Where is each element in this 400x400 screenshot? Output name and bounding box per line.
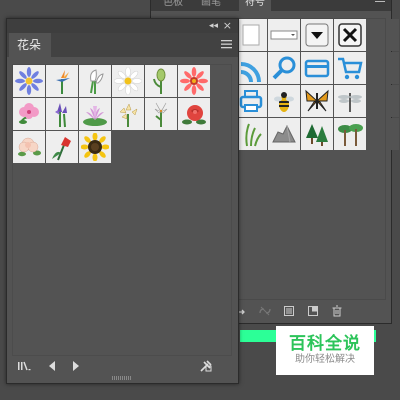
dragonfly-icon [338, 93, 362, 112]
sunflower-icon [81, 133, 109, 161]
symbol-swatch[interactable] [334, 52, 366, 84]
peony-icon [18, 137, 41, 157]
previous-library-icon[interactable] [45, 359, 59, 373]
symbol-swatch[interactable] [268, 118, 300, 150]
flower-swatch[interactable] [46, 65, 78, 97]
gerbera-icon [180, 67, 208, 95]
symbol-swatch[interactable] [334, 85, 366, 117]
panel-titlebar[interactable]: ◂◂ × [7, 19, 238, 33]
window-box-icon [242, 24, 260, 46]
flowers-panel: ◂◂ × 花朵 [6, 18, 239, 384]
next-library-icon[interactable] [69, 359, 83, 373]
symbol-swatch[interactable] [235, 52, 267, 84]
symbols-panel-toolbar [235, 303, 385, 319]
flower-swatch[interactable] [79, 131, 111, 163]
flower-swatch[interactable] [46, 131, 78, 163]
bee-icon [274, 92, 294, 112]
break-link-icon[interactable] [259, 305, 271, 317]
symbol-swatch[interactable] [268, 52, 300, 84]
symbol-swatch[interactable] [334, 118, 366, 150]
tab-brushes[interactable]: 画笔 [195, 0, 227, 11]
credit-card-icon [304, 59, 330, 78]
flower-swatch[interactable] [178, 98, 210, 130]
close-icon[interactable]: × [223, 20, 232, 32]
grass-icon [245, 123, 262, 147]
lily-cluster-icon [119, 103, 138, 127]
iris-icon [55, 103, 67, 128]
symbol-swatch[interactable] [235, 85, 267, 117]
flower-swatch[interactable] [145, 65, 177, 97]
daisy-icon [114, 67, 142, 95]
calla-lily-icon [90, 69, 104, 94]
rose-icon [182, 105, 206, 125]
flower-swatch[interactable] [46, 98, 78, 130]
printer-icon [239, 90, 263, 112]
symbols-grid [235, 19, 400, 150]
watermark-logo: 百科全说 助你轻松解决 [276, 326, 374, 375]
symbol-swatch[interactable] [301, 19, 333, 51]
hibiscus-icon [19, 103, 39, 124]
flower-swatch[interactable] [79, 65, 111, 97]
pine-tree-icon [306, 124, 328, 146]
panel-menu-icon[interactable] [375, 0, 385, 5]
symbol-slot [367, 85, 399, 117]
white-lily-icon [154, 102, 168, 127]
new-symbol-icon[interactable] [307, 305, 319, 317]
watermark-title: 百科全说 [289, 334, 361, 354]
symbol-slot [367, 118, 399, 150]
tab-flowers[interactable]: 花朵 [9, 33, 52, 57]
dropdown-field-icon [270, 30, 298, 40]
symbol-swatch[interactable] [268, 85, 300, 117]
resize-grip[interactable] [112, 376, 132, 380]
trash-icon[interactable] [331, 305, 343, 317]
symbol-slot [367, 19, 399, 51]
shopping-cart-icon [338, 57, 363, 80]
symbol-swatch[interactable] [301, 85, 333, 117]
panel-menu-icon[interactable] [221, 40, 232, 49]
save-library-icon[interactable] [199, 359, 213, 373]
flower-swatch[interactable] [13, 98, 45, 130]
aster-icon [15, 67, 43, 95]
flower-symbol-grid [13, 65, 210, 163]
symbol-swatch[interactable] [235, 19, 267, 51]
lotus-icon [83, 106, 107, 126]
flower-swatch[interactable] [112, 98, 144, 130]
flower-swatch[interactable] [145, 98, 177, 130]
rock-icon [272, 124, 296, 143]
symbol-libraries-menu-icon[interactable] [17, 359, 31, 373]
symbol-swatch[interactable] [301, 118, 333, 150]
flower-swatch[interactable] [13, 65, 45, 97]
symbol-swatch[interactable] [268, 19, 300, 51]
bird-of-paradise-icon [56, 70, 70, 94]
palm-trees-icon [338, 124, 363, 146]
flower-swatch[interactable] [112, 65, 144, 97]
rss-feed-icon [240, 62, 261, 82]
flower-swatch[interactable] [79, 98, 111, 130]
close-x-icon [338, 23, 362, 47]
tab-symbols[interactable]: 符号 [239, 0, 271, 11]
flower-swatch[interactable] [13, 131, 45, 163]
butterfly-icon [305, 89, 329, 112]
watermark-subtitle: 助你轻松解决 [295, 354, 355, 365]
symbol-swatch[interactable] [334, 19, 366, 51]
symbol-swatch[interactable] [301, 52, 333, 84]
tab-swatches[interactable]: 色板 [157, 0, 189, 11]
flowers-tab-strip: 花朵 [7, 33, 238, 57]
red-tulip-icon [52, 137, 71, 161]
collapse-icon[interactable]: ◂◂ [209, 21, 218, 31]
flowers-panel-toolbar [7, 357, 238, 375]
symbol-options-icon[interactable] [283, 305, 295, 317]
tulip-bud-icon [153, 68, 166, 94]
symbol-swatch[interactable] [235, 118, 267, 150]
symbols-panel-tab-strip: 色板 画笔 符号 [151, 0, 391, 11]
magnifier-icon [272, 56, 296, 80]
symbol-slot [367, 52, 399, 84]
flower-swatch[interactable] [178, 65, 210, 97]
dropdown-arrow-icon [305, 23, 329, 47]
